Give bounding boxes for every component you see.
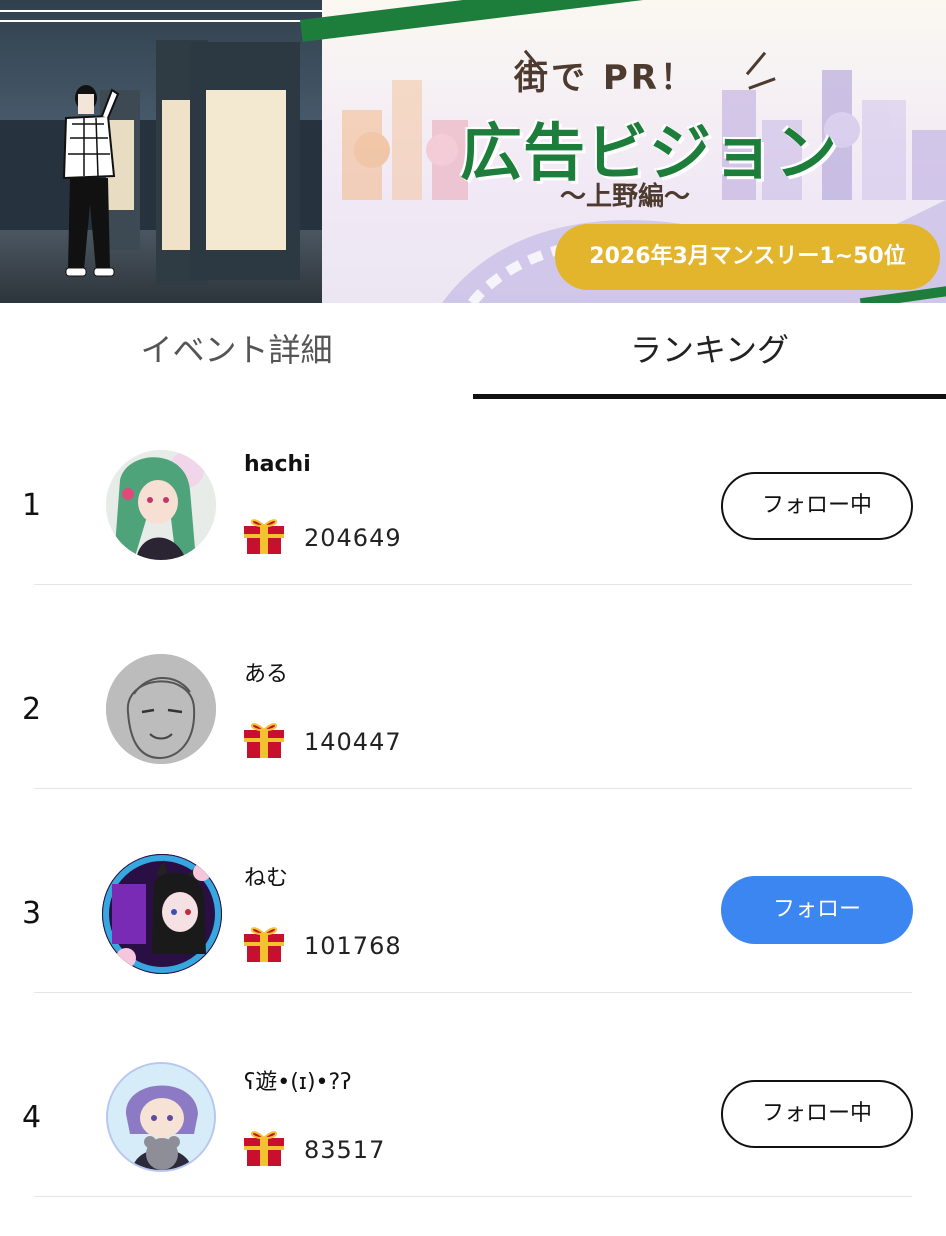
gift-score: 101768 [304, 932, 402, 960]
banner-photo [0, 0, 322, 303]
user-avatar[interactable] [106, 1062, 216, 1172]
gift-score: 204649 [304, 524, 402, 552]
user-avatar[interactable] [102, 854, 222, 974]
ranking-row-1: 1 hachi 204649 フォロー中 [0, 420, 946, 624]
gift-icon [244, 1131, 284, 1166]
rank-number: 3 [22, 896, 42, 931]
rank-number: 2 [22, 692, 42, 727]
user-name[interactable]: hachi [244, 452, 311, 477]
ranking-row-4: 4 ʕ遊•(ɪ)•?ʔ 83517 フォロー中 [0, 1032, 946, 1236]
avatar-green-hair [106, 450, 216, 560]
gift-icon [244, 519, 284, 554]
user-avatar[interactable] [106, 450, 216, 560]
gift-score: 140447 [304, 728, 402, 756]
row-divider [34, 1196, 912, 1197]
ranking-row-2: 2 ある 140447 [0, 624, 946, 828]
gift-icon [244, 723, 284, 758]
ranking-row-3: 3 ねむ 101768 フォロー [0, 828, 946, 1032]
user-name[interactable]: ねむ [244, 860, 288, 892]
avatar-neon [102, 854, 222, 974]
period-badge: 2026年3月マンスリー1~50位 [555, 224, 940, 290]
rank-number: 1 [22, 488, 42, 523]
tab-ranking[interactable]: ランキング [473, 303, 946, 399]
avatar-purple-hair [108, 1064, 214, 1170]
following-button[interactable]: フォロー中 [721, 472, 913, 540]
avatar-sketch [106, 654, 216, 764]
rank-number: 4 [22, 1100, 42, 1135]
event-banner: 街で PR！ 広告ビジョン 〜上野編〜 2026年3月マンスリー1~50位 [0, 0, 946, 303]
row-divider [34, 584, 912, 585]
active-tab-indicator [473, 394, 946, 399]
user-avatar[interactable] [106, 654, 216, 764]
row-divider [34, 788, 912, 789]
gift-score: 83517 [304, 1136, 386, 1164]
banner-subtitle: 〜上野編〜 [560, 182, 691, 212]
standing-figure-illustration [62, 85, 120, 277]
banner-headline-small: 街で PR！ [514, 58, 697, 98]
follow-button[interactable]: フォロー [721, 876, 913, 944]
tab-event-details[interactable]: イベント詳細 [0, 303, 473, 399]
row-divider [34, 992, 912, 993]
following-button[interactable]: フォロー中 [721, 1080, 913, 1148]
user-name[interactable]: ʕ遊•(ɪ)•?ʔ [244, 1064, 351, 1096]
gift-icon [244, 927, 284, 962]
user-name[interactable]: ある [244, 656, 288, 688]
